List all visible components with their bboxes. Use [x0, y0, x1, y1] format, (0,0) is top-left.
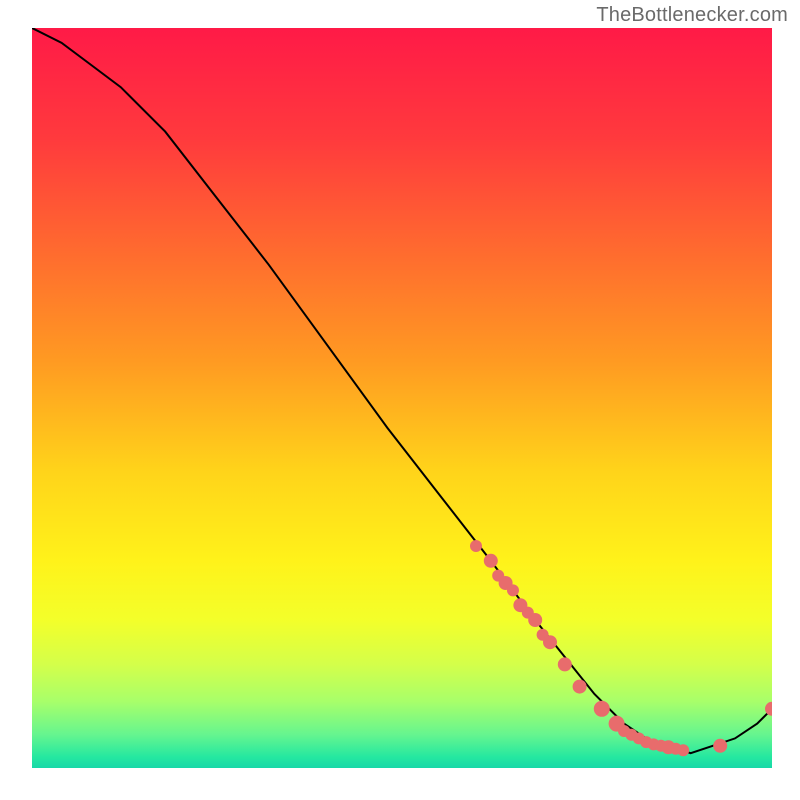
gradient-background — [32, 28, 772, 768]
plot-area — [32, 28, 772, 768]
marker-point — [594, 701, 610, 717]
marker-point — [558, 657, 572, 671]
marker-point — [713, 739, 727, 753]
marker-point — [484, 554, 498, 568]
attribution-label: TheBottlenecker.com — [596, 4, 788, 27]
marker-point — [528, 613, 542, 627]
chart-container: TheBottlenecker.com — [0, 0, 800, 800]
chart-svg — [32, 28, 772, 768]
marker-point — [677, 744, 689, 756]
marker-point — [470, 540, 482, 552]
marker-point — [507, 584, 519, 596]
marker-point — [543, 635, 557, 649]
marker-point — [573, 680, 587, 694]
